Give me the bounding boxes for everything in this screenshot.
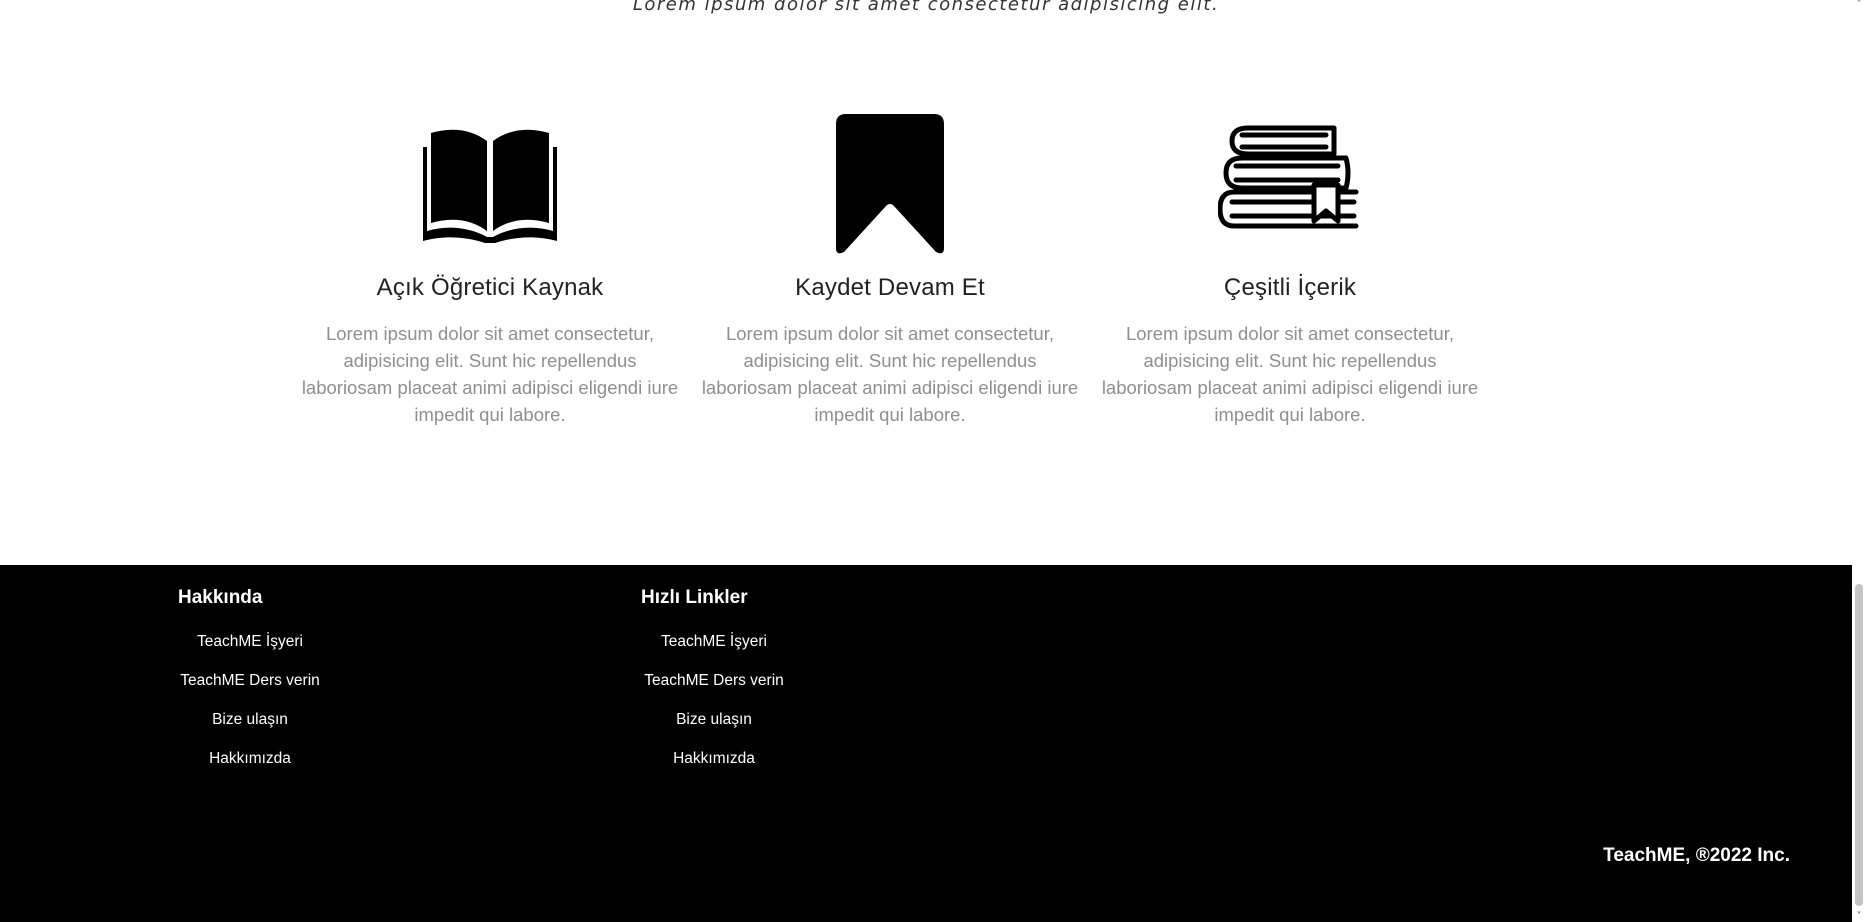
feature-description: Lorem ipsum dolor sit amet consectetur, … (1101, 323, 1479, 425)
feature-icon-wrap (690, 110, 1090, 260)
hero-subtitle: Lorem ipsum dolor sit amet consectetur a… (632, 0, 1220, 15)
footer: Hakkında TeachME İşyeri TeachME Ders ver… (0, 565, 1852, 922)
feature-open-resource: Açık Öğretici Kaynak Lorem ipsum dolor s… (290, 110, 690, 428)
scroll-down-arrow[interactable]: ˅ (1854, 912, 1864, 922)
footer-link-workplace[interactable]: TeachME İşyeri (170, 633, 330, 651)
feature-save-continue: Kaydet Devam Et Lorem ipsum dolor sit am… (690, 110, 1090, 428)
feature-description: Lorem ipsum dolor sit amet consectetur, … (701, 323, 1079, 425)
footer-link-about-us[interactable]: Hakkımızda (170, 750, 330, 768)
scrollbar[interactable]: ˄ ˅ (1852, 0, 1866, 922)
footer-link-contact[interactable]: Bize ulaşın (170, 711, 330, 729)
footer-about-heading: Hakkında (178, 587, 263, 608)
feature-icon-wrap (1090, 110, 1490, 260)
scroll-up-arrow[interactable]: ˄ (1854, 0, 1864, 10)
feature-icon-wrap (290, 110, 690, 260)
features-section: Açık Öğretici Kaynak Lorem ipsum dolor s… (290, 110, 1490, 440)
feature-title: Açık Öğretici Kaynak (376, 274, 604, 301)
scroll-thumb[interactable] (1855, 584, 1863, 906)
feature-title: Kaydet Devam Et (795, 274, 985, 301)
stacked-books-icon (1218, 125, 1359, 229)
page: Lorem ipsum dolor sit amet consectetur a… (0, 0, 1866, 922)
bookmark-icon (836, 114, 944, 254)
footer-link-teach[interactable]: TeachME Ders verin (634, 672, 794, 690)
footer-quick-links-heading: Hızlı Linkler (641, 587, 748, 608)
feature-various-content: Çeşitli İçerik Lorem ipsum dolor sit ame… (1090, 110, 1490, 428)
footer-quick-links-column: Hızlı Linkler TeachME İşyeri TeachME Der… (641, 587, 784, 767)
footer-about-column: Hakkında TeachME İşyeri TeachME Ders ver… (178, 587, 320, 767)
copyright-text: TeachME, ®2022 Inc. (1603, 845, 1790, 866)
footer-link-teach[interactable]: TeachME Ders verin (170, 672, 330, 690)
feature-title: Çeşitli İçerik (1223, 274, 1357, 301)
footer-link-workplace[interactable]: TeachME İşyeri (634, 633, 794, 651)
open-book-icon (423, 129, 557, 243)
footer-link-about-us[interactable]: Hakkımızda (634, 750, 794, 768)
footer-link-contact[interactable]: Bize ulaşın (634, 711, 794, 729)
feature-description: Lorem ipsum dolor sit amet consectetur, … (301, 323, 679, 425)
